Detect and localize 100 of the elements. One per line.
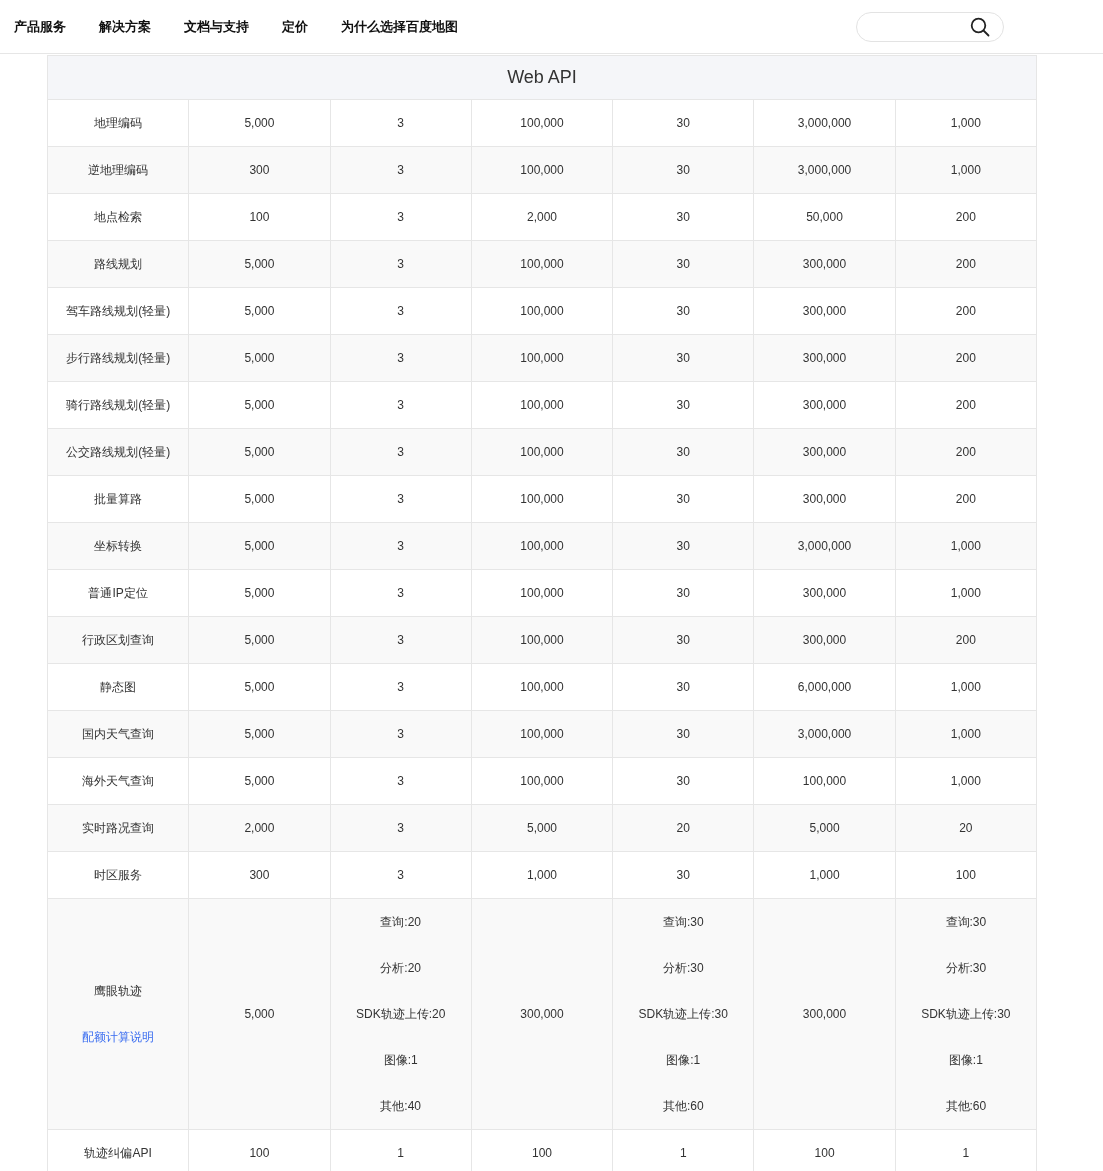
table-cell: 其他:60 bbox=[945, 1098, 987, 1114]
quota-link[interactable]: 配额计算说明 bbox=[82, 1030, 155, 1044]
table-cell: 查询:20 bbox=[380, 914, 422, 930]
table-cell: 100,000 bbox=[520, 773, 564, 789]
table-cell-text: 实时路况查询 bbox=[81, 820, 156, 837]
table-cell: 3 bbox=[397, 632, 405, 648]
table-cell: 30 bbox=[676, 632, 690, 648]
search-icon[interactable] bbox=[970, 16, 990, 37]
table-cell: 6,000,000 bbox=[797, 679, 852, 695]
table-cell: 100,000 bbox=[520, 444, 564, 460]
table-cell: 100,000 bbox=[520, 303, 564, 319]
table-cell: 200 bbox=[955, 350, 976, 366]
table-cell: 5,000 bbox=[526, 820, 557, 836]
table-cell: 200 bbox=[955, 632, 976, 648]
table-cell: 300,000 bbox=[802, 632, 847, 648]
table-cell: 1,000 bbox=[950, 162, 981, 178]
table-cell: 1,000 bbox=[950, 538, 981, 554]
table-cell: 3 bbox=[397, 303, 405, 319]
table-cell-text: 批量算路 bbox=[93, 491, 144, 508]
table-cell: 3,000,000 bbox=[797, 115, 852, 131]
table-cell: 1 bbox=[679, 1145, 687, 1161]
table-cell: 其他:60 bbox=[662, 1098, 704, 1114]
table-cell: 1,000 bbox=[950, 726, 981, 742]
table-cell: 分析:30 bbox=[945, 960, 987, 976]
table-cell: 3 bbox=[397, 726, 405, 742]
table-cell: 30 bbox=[676, 773, 690, 789]
table-cell: 100,000 bbox=[520, 162, 564, 178]
table-cell: 100,000 bbox=[520, 585, 564, 601]
table-cell: 3 bbox=[397, 773, 405, 789]
table-cell: 1,000 bbox=[809, 867, 840, 883]
table-cell: 30 bbox=[676, 679, 690, 695]
nav-link[interactable]: 解决方案 bbox=[99, 17, 151, 36]
table-cell: 300,000 bbox=[802, 256, 847, 272]
table-cell-text: 轨迹纠偏API bbox=[83, 1145, 153, 1162]
table-cell: 30 bbox=[676, 209, 690, 225]
table-cell: 3 bbox=[397, 585, 405, 601]
table-cell: 图像:1 bbox=[383, 1052, 418, 1068]
table-cell: 100,000 bbox=[520, 256, 564, 272]
table-cell: SDK轨迹上传:20 bbox=[356, 1006, 446, 1022]
table-cell: 5,000 bbox=[244, 256, 275, 272]
table-cell: 3 bbox=[397, 162, 405, 178]
table-cell: 300,000 bbox=[802, 491, 847, 507]
table-cell: 100 bbox=[531, 1145, 552, 1161]
table-cell-text: 静态图 bbox=[99, 679, 138, 696]
table-cell: 3 bbox=[397, 397, 405, 413]
table-cell: 100,000 bbox=[802, 773, 847, 789]
table-cell-text: 路线规划 bbox=[93, 256, 144, 273]
table-cell: 3,000,000 bbox=[797, 162, 852, 178]
table-cell: 30 bbox=[676, 162, 690, 178]
table-cell: 分析:20 bbox=[380, 960, 422, 976]
table-cell: 5,000 bbox=[244, 303, 275, 319]
table-cell: 5,000 bbox=[244, 632, 275, 648]
nav-link[interactable]: 定价 bbox=[282, 17, 308, 36]
table-cell: 查询:30 bbox=[662, 914, 704, 930]
table-cell: 5,000 bbox=[809, 820, 840, 836]
table-cell: 30 bbox=[676, 115, 690, 131]
table-cell: 其他:40 bbox=[380, 1098, 422, 1114]
table-cell: 300,000 bbox=[802, 303, 847, 319]
table-cell: 300,000 bbox=[802, 585, 847, 601]
nav-link[interactable]: 产品服务 bbox=[14, 17, 66, 36]
table-cell: 100 bbox=[814, 1145, 835, 1161]
table-cell: 分析:30 bbox=[662, 960, 704, 976]
table-cell: 30 bbox=[676, 538, 690, 554]
table-cell: 30 bbox=[676, 397, 690, 413]
table-cell: 300,000 bbox=[520, 1006, 564, 1022]
table-cell: 1 bbox=[397, 1145, 405, 1161]
nav-link[interactable]: 为什么选择百度地图 bbox=[341, 17, 458, 36]
table-cell: 100 bbox=[249, 1145, 270, 1161]
table-cell: 20 bbox=[959, 820, 973, 836]
table-cell-text: 公交路线规划(轻量) bbox=[65, 444, 172, 461]
table-cell: 1 bbox=[962, 1145, 970, 1161]
table-cell: 1,000 bbox=[950, 773, 981, 789]
table-cell: 3 bbox=[397, 679, 405, 695]
nav-link[interactable]: 文档与支持 bbox=[184, 17, 249, 36]
table-cell: 100,000 bbox=[520, 538, 564, 554]
table-cell: 200 bbox=[955, 209, 976, 225]
table-cell: 3 bbox=[397, 491, 405, 507]
table-cell: 30 bbox=[676, 303, 690, 319]
table-cell-text: 时区服务 bbox=[93, 867, 144, 884]
table-cell: 5,000 bbox=[244, 350, 275, 366]
table-cell: 5,000 bbox=[244, 115, 275, 131]
table-cell: 300,000 bbox=[802, 397, 847, 413]
table-cell: 5,000 bbox=[244, 679, 275, 695]
table-cell: 100,000 bbox=[520, 632, 564, 648]
table-cell-text: 骑行路线规划(轻量) bbox=[65, 397, 172, 414]
table-cell: 300,000 bbox=[802, 1006, 847, 1022]
table-cell: 3 bbox=[397, 444, 405, 460]
table-cell: 300 bbox=[249, 162, 270, 178]
table-cell: 100 bbox=[249, 209, 270, 225]
table-cell: 100,000 bbox=[520, 726, 564, 742]
table-cell-text: 步行路线规划(轻量) bbox=[65, 350, 172, 367]
table-cell: 3 bbox=[397, 115, 405, 131]
table-cell-text: 鹰眼轨迹 bbox=[93, 983, 144, 1000]
table-cell: 2,000 bbox=[244, 820, 275, 836]
table-cell: 1,000 bbox=[950, 115, 981, 131]
table-cell: 3 bbox=[397, 867, 405, 883]
table-cell: 300 bbox=[249, 867, 270, 883]
table-cell: 200 bbox=[955, 397, 976, 413]
table-cell: 30 bbox=[676, 726, 690, 742]
table-cell: SDK轨迹上传:30 bbox=[921, 1006, 1011, 1022]
